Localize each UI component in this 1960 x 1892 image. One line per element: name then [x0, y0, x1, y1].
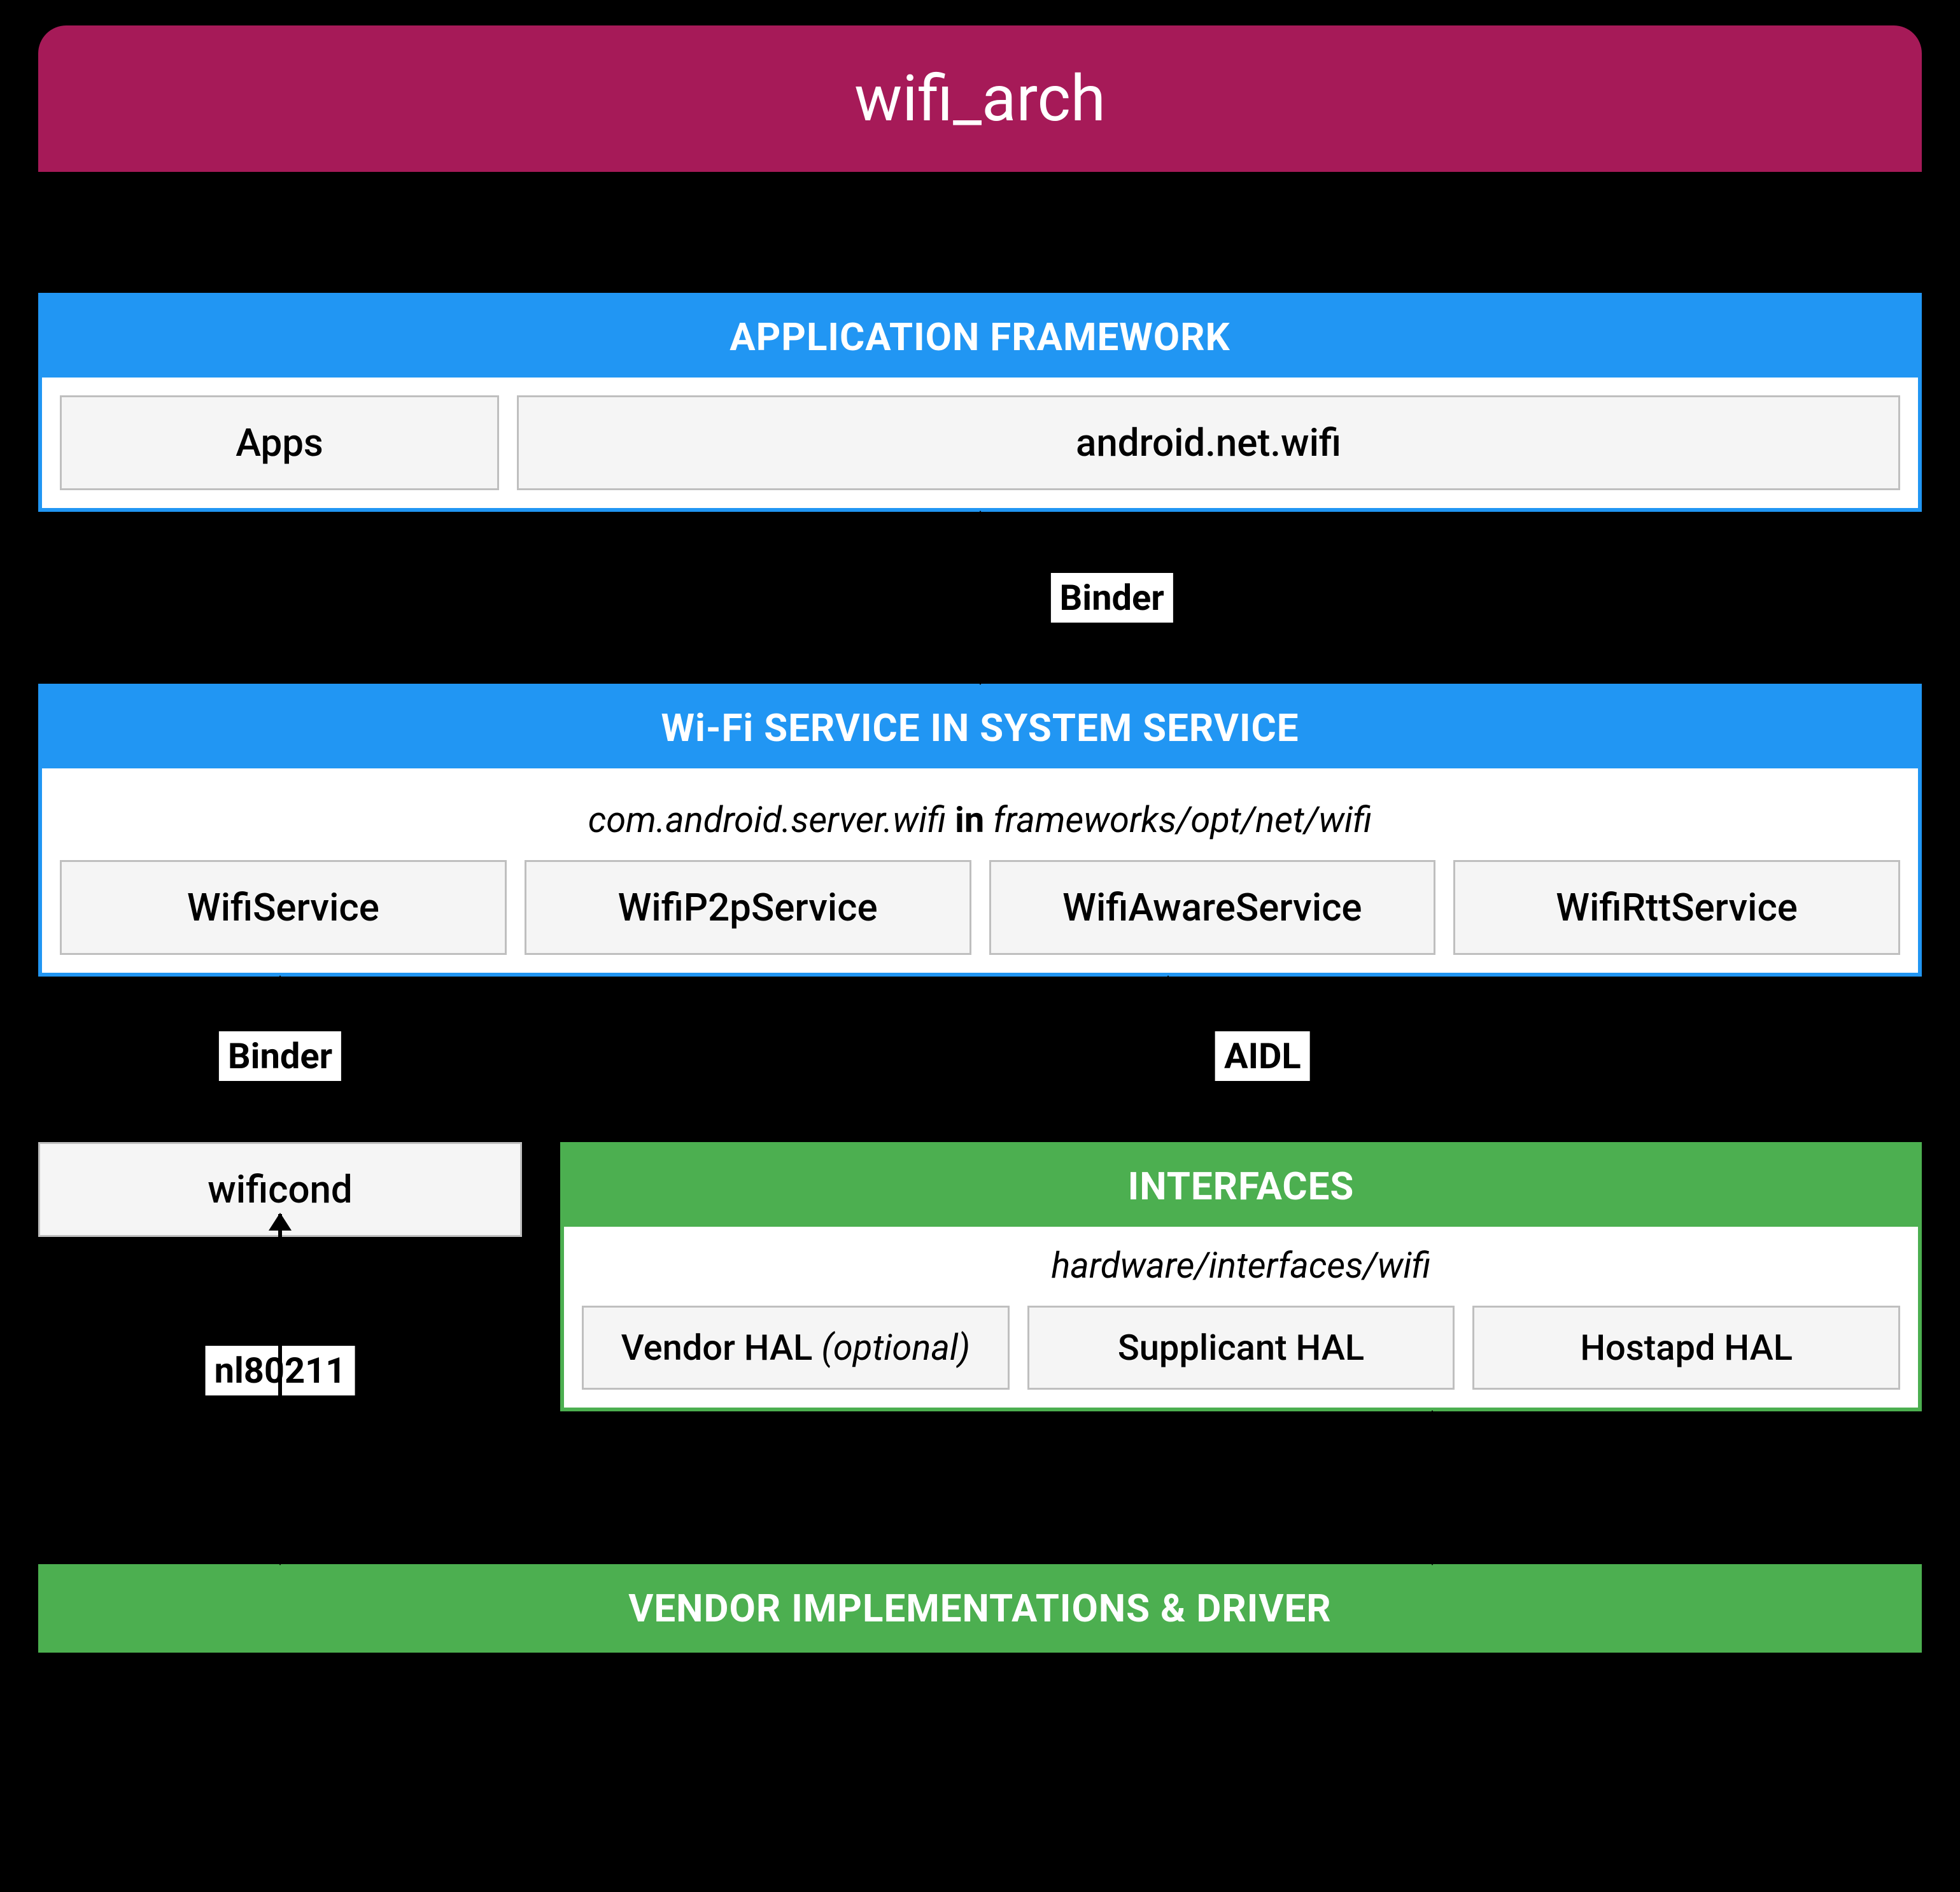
- arrowhead-up-icon: [969, 511, 992, 528]
- arrow-line: [1166, 977, 1170, 1142]
- interfaces-subtitle: hardware/interfaces/wifi: [582, 1227, 1900, 1306]
- wifip2pservice-box: WifiP2pService: [525, 860, 971, 955]
- mid-row: wificond INTERFACES hardware/interfaces/…: [38, 1142, 1922, 1411]
- vendor-hal-box: Vendor HAL (optional): [582, 1306, 1010, 1390]
- arrow-line: [278, 1214, 282, 1564]
- app-framework-header: APPLICATION FRAMEWORK: [42, 297, 1918, 378]
- arrowhead-up-icon: [269, 1213, 292, 1231]
- arrowhead-up-icon: [269, 975, 292, 993]
- system-service-section: Wi-Fi SERVICE IN SYSTEM SERVICE com.andr…: [38, 684, 1922, 977]
- interfaces-section: INTERFACES hardware/interfaces/wifi Vend…: [560, 1142, 1922, 1411]
- android-net-wifi-box: android.net.wifi: [517, 395, 1900, 490]
- arrowhead-up-icon: [1421, 1410, 1444, 1428]
- hostapd-hal-box: Hostapd HAL: [1472, 1306, 1900, 1390]
- interfaces-header: INTERFACES: [564, 1146, 1918, 1227]
- arrowhead-down-icon: [269, 1548, 292, 1565]
- wifirttservice-box: WifiRttService: [1453, 860, 1900, 955]
- arrowhead-down-icon: [969, 667, 992, 685]
- arrowhead-down-icon: [1421, 1548, 1444, 1565]
- subtitle-package: com.android.server.wifi: [588, 799, 947, 841]
- diagram-canvas: wifi_arch APPLICATION FRAMEWORK Apps and…: [0, 0, 1960, 1892]
- arrow-line: [978, 512, 982, 684]
- subtitle-path: frameworks/opt/net/wifi: [993, 799, 1372, 841]
- connector-label-binder: Binder: [1051, 573, 1173, 623]
- wifiawareservice-box: WifiAwareService: [989, 860, 1436, 955]
- vendor-implementations-bar: VENDOR IMPLEMENTATIONS & DRIVER: [38, 1564, 1922, 1653]
- title-bar: wifi_arch: [38, 25, 1922, 172]
- supplicant-hal-box: Supplicant HAL: [1027, 1306, 1455, 1390]
- system-service-subtitle: com.android.server.wifi in frameworks/op…: [60, 786, 1900, 860]
- app-framework-section: APPLICATION FRAMEWORK Apps android.net.w…: [38, 293, 1922, 512]
- vendor-hal-optional: (optional): [821, 1327, 970, 1369]
- connector-mid-to-vendor: [38, 1411, 1922, 1564]
- vendor-hal-label: Vendor HAL: [621, 1327, 813, 1369]
- wifiservice-box: WifiService: [60, 860, 507, 955]
- system-service-header: Wi-Fi SERVICE IN SYSTEM SERVICE: [42, 688, 1918, 768]
- apps-box: Apps: [60, 395, 499, 490]
- arrowhead-down-icon: [269, 1126, 292, 1143]
- subtitle-in: in: [955, 799, 984, 841]
- arrowhead-up-icon: [1157, 975, 1180, 993]
- arrowhead-down-icon: [1157, 1126, 1180, 1143]
- diagram-title: wifi_arch: [854, 62, 1106, 136]
- arrow-line: [1430, 1411, 1434, 1564]
- connector-label-binder-left: Binder: [219, 1031, 341, 1081]
- connector-app-to-service: Binder: [38, 512, 1922, 684]
- connector-service-to-mid: Binder AIDL: [38, 977, 1922, 1142]
- connector-label-aidl: AIDL: [1215, 1031, 1310, 1081]
